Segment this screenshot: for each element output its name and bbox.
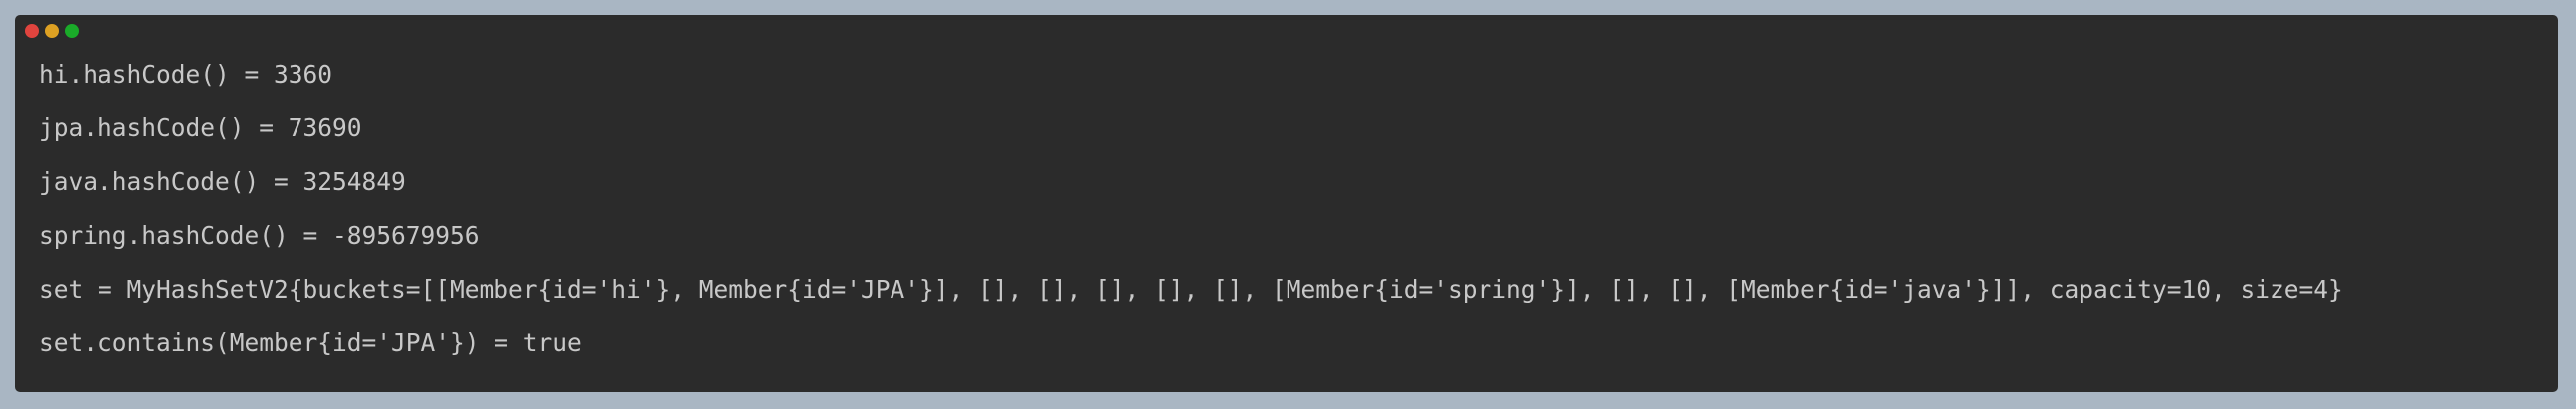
console-line: set.contains(Member{id='JPA'}) = true (39, 328, 582, 357)
console-line: java.hashCode() = 3254849 (39, 167, 406, 196)
console-line: set = MyHashSetV2{buckets=[[Member{id='h… (39, 275, 2343, 304)
console-line: spring.hashCode() = -895679956 (39, 221, 480, 250)
close-window-dot-icon[interactable] (25, 24, 39, 38)
console-output: hi.hashCode() = 3360 jpa.hashCode() = 73… (39, 59, 2548, 381)
window-controls (25, 24, 79, 38)
maximize-window-dot-icon[interactable] (65, 24, 79, 38)
console-line: jpa.hashCode() = 73690 (39, 113, 362, 142)
console-line: hi.hashCode() = 3360 (39, 60, 333, 89)
console-window: hi.hashCode() = 3360 jpa.hashCode() = 73… (15, 15, 2558, 392)
minimize-window-dot-icon[interactable] (45, 24, 59, 38)
